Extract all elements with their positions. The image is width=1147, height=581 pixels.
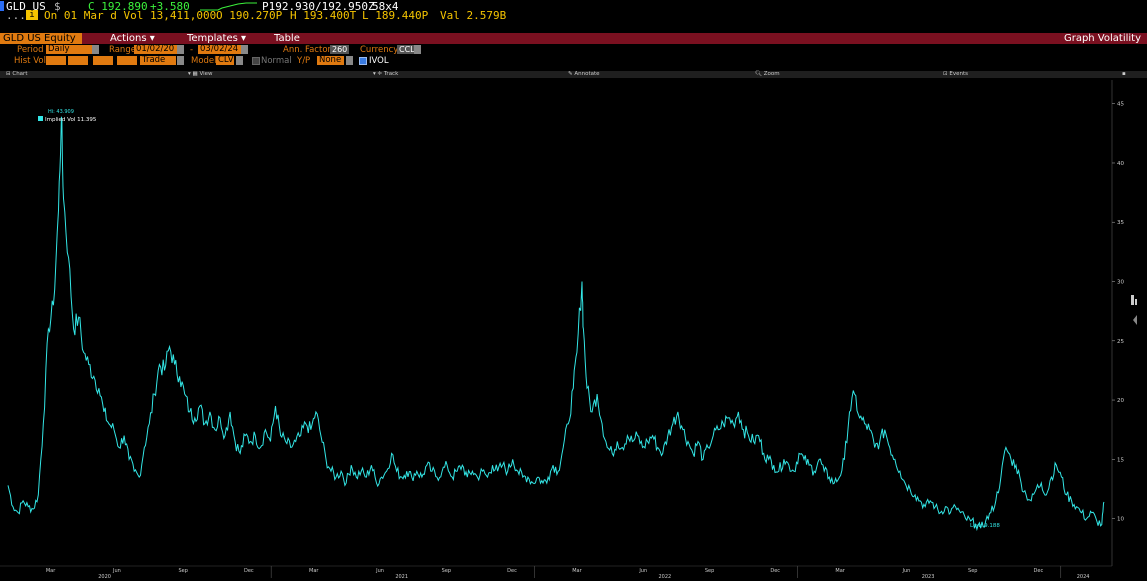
x-year-label: 2022 [659,574,672,580]
x-tick-label: Sep [178,568,187,574]
bar-chart-icon[interactable] [1131,295,1134,305]
x-tick-label: Dec [1034,568,1044,574]
x-tick-label: Mar [572,568,582,574]
collapse-arrow-icon[interactable] [1133,315,1137,325]
x-tick-label: Jun [112,568,121,574]
x-tick-label: Jun [638,568,647,574]
low-annotation: Low: 9.188 [970,523,1000,529]
y-axis: 10 15 20 25 30 35 40 45 [1111,80,1124,566]
y-tick-label: 30 [1117,280,1124,286]
x-tick-label: Mar [835,568,845,574]
x-tick-label: Jun [902,568,911,574]
y-tick-label: 45 [1117,102,1124,108]
x-tick-label: Sep [968,568,977,574]
y-tick-label: 20 [1117,398,1124,404]
x-tick-label: Mar [309,568,319,574]
implied-vol-line [7,116,1105,532]
y-tick-label: 35 [1117,220,1124,226]
y-tick-label: 25 [1117,339,1124,345]
x-tick-label: Dec [770,568,780,574]
x-year-label: 2021 [395,574,408,580]
x-axis: Mar Jun Sep Dec Mar Jun Sep Dec Mar Jun Sep Dec Mar J… [0,565,1112,580]
legend: Implied Vol 11.395 [38,116,97,123]
x-tick-label: Sep [442,568,451,574]
x-tick-label: Mar [46,568,56,574]
x-year-label: 2024 [1077,574,1090,580]
x-tick-label: Dec [244,568,254,574]
side-panel-icons [1131,295,1137,325]
legend-swatch [38,116,43,121]
x-tick-label: Sep [705,568,714,574]
y-tick-label: 15 [1117,457,1124,463]
x-tick-label: Jun [375,568,384,574]
y-tick-label: 40 [1117,161,1124,167]
x-year-label: 2023 [922,574,935,580]
bar-chart-icon-bar [1135,299,1137,305]
x-year-label: 2020 [98,574,111,580]
legend-label: Implied Vol 11.395 [45,117,97,123]
high-annotation: Hi: 43.909 [48,109,74,115]
x-tick-label: Dec [507,568,517,574]
volatility-chart[interactable]: 10 15 20 25 30 35 40 45 Mar Jun Sep Dec Mar Jun Sep De… [0,0,1147,581]
y-tick-label: 10 [1117,517,1124,523]
